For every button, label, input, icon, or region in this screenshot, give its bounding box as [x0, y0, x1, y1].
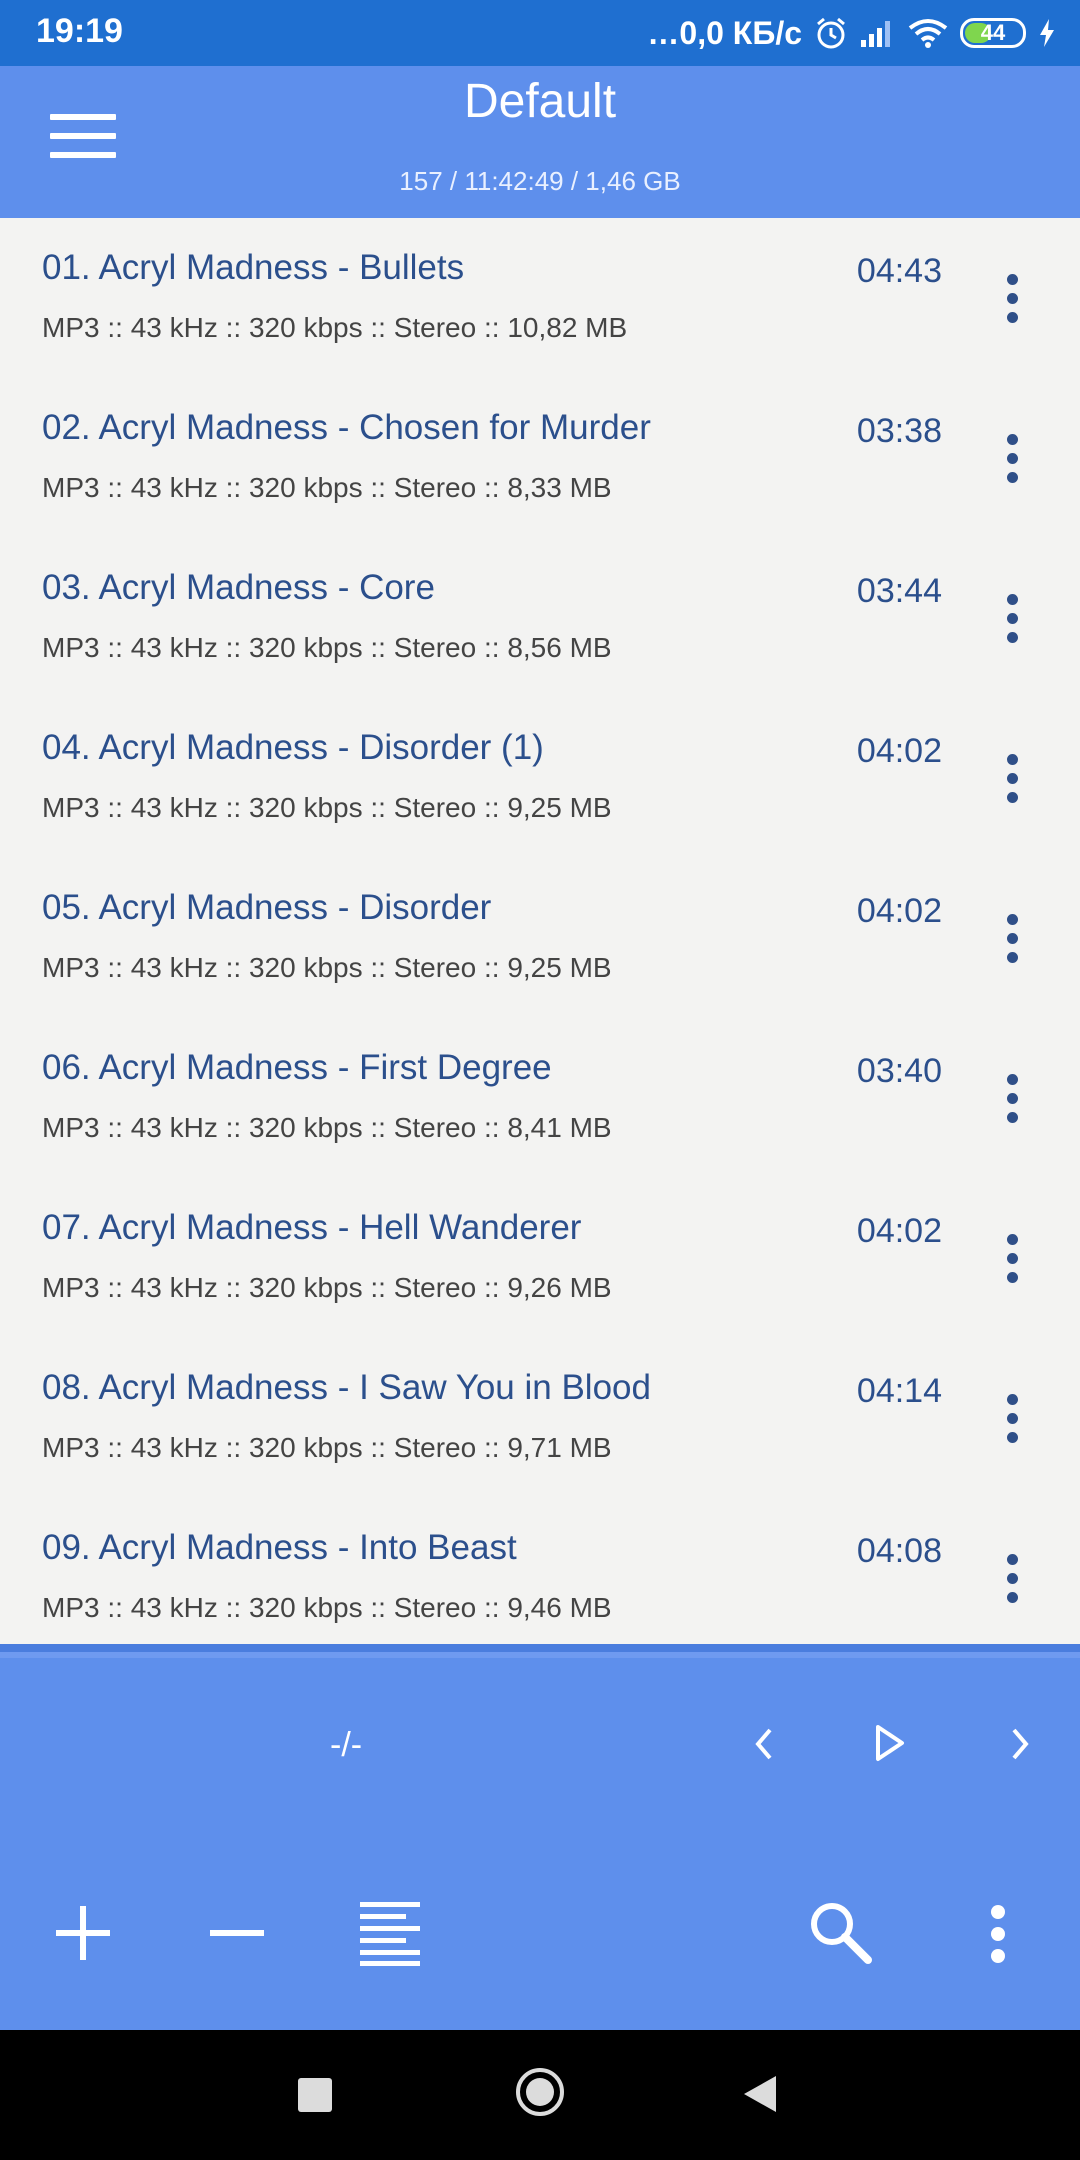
status-time: 19:19 [36, 12, 123, 50]
track-title: 09. Acryl Madness - Into Beast [42, 1528, 517, 1567]
track-meta: MP3 :: 43 kHz :: 320 kbps :: Stereo :: 9… [42, 952, 612, 983]
search-icon[interactable] [808, 1900, 874, 1966]
play-icon[interactable] [872, 1722, 908, 1764]
app-header: Default 157 / 11:42:49 / 1,46 GB [0, 66, 1080, 218]
track-more-icon[interactable] [1002, 754, 1022, 804]
battery-icon: 44 [960, 18, 1026, 48]
track-more-icon[interactable] [1002, 1074, 1022, 1124]
battery-level: 44 [980, 20, 1006, 45]
track-title: 08. Acryl Madness - I Saw You in Blood [42, 1368, 651, 1407]
track-title: 03. Acryl Madness - Core [42, 568, 435, 607]
recents-icon[interactable] [298, 2078, 332, 2112]
track-title: 04. Acryl Madness - Disorder (1) [42, 728, 544, 767]
player-panel: -/- [0, 1644, 1080, 2030]
signal-icon [860, 18, 896, 48]
track-duration: 04:02 [856, 1212, 942, 1250]
track-duration: 03:40 [856, 1052, 942, 1090]
track-item[interactable]: 02. Acryl Madness - Chosen for Murder MP… [0, 378, 1080, 538]
track-duration: 04:02 [856, 732, 942, 770]
track-duration: 04:14 [856, 1372, 942, 1410]
track-title: 01. Acryl Madness - Bullets [42, 248, 465, 287]
track-item[interactable]: 03. Acryl Madness - Core MP3 :: 43 kHz :… [0, 538, 1080, 698]
previous-icon[interactable] [748, 1724, 780, 1764]
track-more-icon[interactable] [1002, 594, 1022, 644]
track-duration: 04:02 [856, 892, 942, 930]
track-item[interactable]: 06. Acryl Madness - First Degree MP3 :: … [0, 1018, 1080, 1178]
back-icon[interactable] [742, 2074, 778, 2114]
track-meta: MP3 :: 43 kHz :: 320 kbps :: Stereo :: 9… [42, 792, 612, 823]
track-duration: 04:43 [856, 252, 942, 290]
track-title: 07. Acryl Madness - Hell Wanderer [42, 1208, 582, 1247]
playlist-title: Default [463, 75, 617, 128]
track-item[interactable]: 05. Acryl Madness - Disorder MP3 :: 43 k… [0, 858, 1080, 1018]
track-duration: 03:44 [856, 572, 942, 610]
track-more-icon[interactable] [1002, 274, 1022, 324]
track-meta: MP3 :: 43 kHz :: 320 kbps :: Stereo :: 9… [42, 1432, 612, 1463]
track-more-icon[interactable] [1002, 914, 1022, 964]
playlist-summary: 157 / 11:42:49 / 1,46 GB [399, 166, 681, 196]
charging-icon [1038, 18, 1056, 48]
add-icon[interactable] [54, 1904, 112, 1962]
track-item[interactable]: 04. Acryl Madness - Disorder (1) MP3 :: … [0, 698, 1080, 858]
track-duration: 04:08 [856, 1532, 942, 1570]
network-speed: …0,0 КБ/с [647, 14, 802, 51]
track-meta: MP3 :: 43 kHz :: 320 kbps :: Stereo :: 8… [42, 472, 612, 503]
remove-icon[interactable] [210, 1928, 264, 1938]
track-more-icon[interactable] [1002, 1234, 1022, 1284]
track-meta: MP3 :: 43 kHz :: 320 kbps :: Stereo :: 8… [42, 1112, 612, 1143]
navigation-bar [0, 2030, 1080, 2160]
track-item[interactable]: 08. Acryl Madness - I Saw You in Blood M… [0, 1338, 1080, 1498]
alarm-icon [814, 16, 848, 50]
playback-position: -/- [330, 1726, 363, 1764]
home-icon[interactable] [514, 2066, 566, 2118]
track-title: 05. Acryl Madness - Disorder [42, 888, 492, 927]
wifi-icon [908, 18, 948, 48]
track-meta: MP3 :: 43 kHz :: 320 kbps :: Stereo :: 1… [42, 312, 628, 343]
track-item[interactable]: 09. Acryl Madness - Into Beast MP3 :: 43… [0, 1498, 1080, 1644]
track-duration: 03:38 [856, 412, 942, 450]
panel-divider-light [0, 1652, 1080, 1658]
more-vertical-icon[interactable] [988, 1904, 1008, 1964]
track-item[interactable]: 07. Acryl Madness - Hell Wanderer MP3 ::… [0, 1178, 1080, 1338]
track-meta: MP3 :: 43 kHz :: 320 kbps :: Stereo :: 8… [42, 632, 612, 663]
panel-divider [0, 1644, 1080, 1652]
status-bar: 19:19 …0,0 КБ/с 44 [0, 0, 1080, 66]
list-icon[interactable] [358, 1900, 424, 1966]
track-item[interactable]: 01. Acryl Madness - Bullets MP3 :: 43 kH… [0, 218, 1080, 378]
track-title: 02. Acryl Madness - Chosen for Murder [42, 408, 651, 447]
track-more-icon[interactable] [1002, 1394, 1022, 1444]
next-icon[interactable] [1004, 1724, 1036, 1764]
track-meta: MP3 :: 43 kHz :: 320 kbps :: Stereo :: 9… [42, 1592, 612, 1623]
track-more-icon[interactable] [1002, 1554, 1022, 1604]
track-title: 06. Acryl Madness - First Degree [42, 1048, 552, 1087]
status-icons: …0,0 КБ/с 44 [647, 10, 1056, 56]
track-more-icon[interactable] [1002, 434, 1022, 484]
track-meta: MP3 :: 43 kHz :: 320 kbps :: Stereo :: 9… [42, 1272, 612, 1303]
track-list[interactable]: 01. Acryl Madness - Bullets MP3 :: 43 kH… [0, 218, 1080, 1644]
